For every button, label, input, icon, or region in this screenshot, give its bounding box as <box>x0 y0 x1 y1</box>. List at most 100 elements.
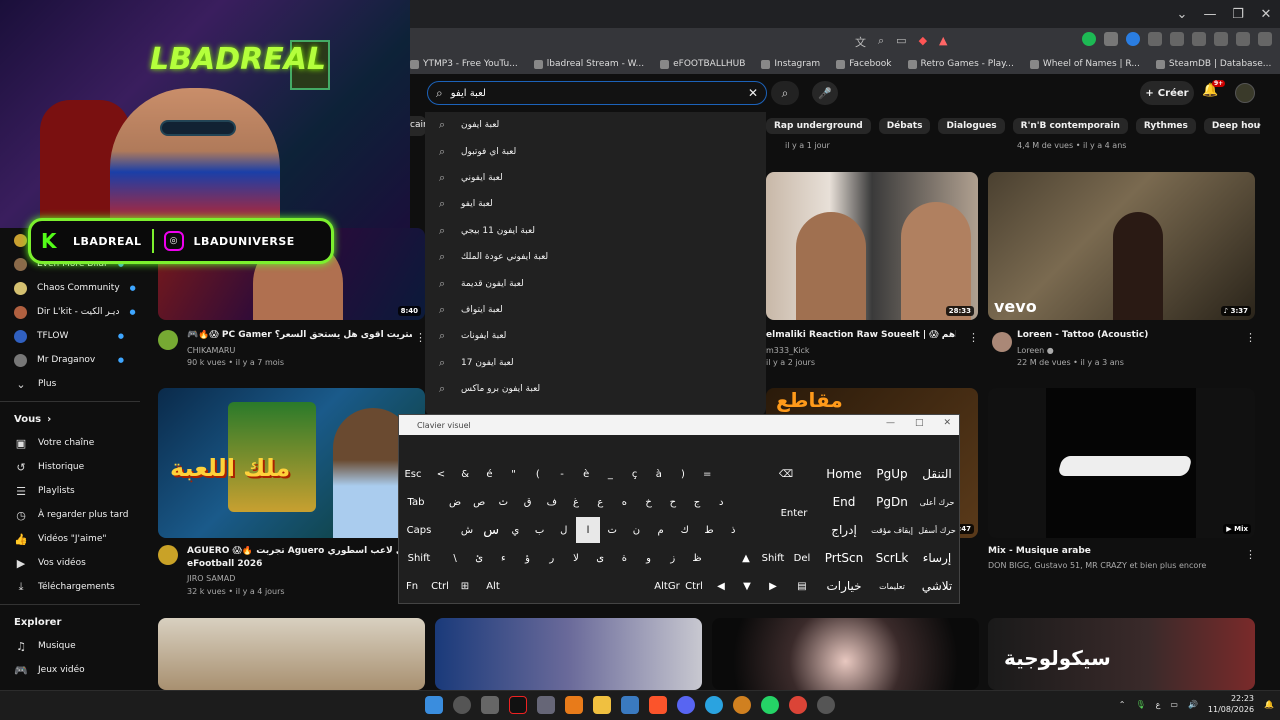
sidebar-item[interactable]: 👍 Vidéos "J'aime" <box>0 527 140 551</box>
tiktok-icon[interactable] <box>509 696 527 714</box>
extension-shield-icon[interactable] <box>1104 32 1118 46</box>
nav-key[interactable]: إيقاف مؤقت <box>871 517 913 543</box>
more-vert-icon[interactable]: ⋮ <box>1245 548 1256 561</box>
chip[interactable]: R'n'B contemporain <box>1012 118 1128 134</box>
windows-start-icon[interactable] <box>425 696 443 714</box>
extensions-puzzle-icon[interactable] <box>1148 32 1162 46</box>
nav-key[interactable]: إدراج <box>823 517 865 543</box>
search-input[interactable]: لعبة ايفو <box>451 88 740 99</box>
arrow-left-icon[interactable]: ◀ <box>709 573 733 599</box>
nav-key[interactable]: ScrLk <box>871 545 913 571</box>
chip[interactable]: Débats <box>878 118 931 134</box>
backspace-key[interactable]: ⌫ <box>771 461 801 487</box>
video-title[interactable]: AGUERO 😱🔥 تجربت Aguero المجاني لاعب اسطو… <box>187 546 412 556</box>
chip[interactable]: Deep house <box>1203 118 1260 134</box>
keyboard-key[interactable]: و <box>637 545 661 571</box>
bookmark-item[interactable]: lbadreal Stream - W... <box>533 59 644 69</box>
suggestion-item[interactable]: ⌕ لعبة ايفون 11 بيجي <box>425 218 766 244</box>
channel-name[interactable]: Loreen ● <box>1017 346 1054 355</box>
leo-ai-icon[interactable] <box>1214 32 1228 46</box>
cast-icon[interactable]: ▭ <box>896 34 906 50</box>
keyboard-key[interactable]: Caps <box>401 517 437 543</box>
suggestion-item[interactable]: ⌕ لعبة ايفون قديمة <box>425 270 766 296</box>
keyboard-key[interactable]: Shift <box>401 545 437 571</box>
arrow-right-icon[interactable]: ▶ <box>761 573 785 599</box>
keyboard-key[interactable]: ( <box>526 461 550 487</box>
keyboard-key[interactable]: ض <box>443 489 467 515</box>
nav-key[interactable]: حرك أسفل <box>915 517 959 543</box>
minimize-icon[interactable]: — <box>1196 0 1224 28</box>
channel-avatar[interactable] <box>158 545 178 565</box>
create-button[interactable]: + Créer <box>1140 81 1194 105</box>
keyboard-key[interactable]: د <box>709 489 733 515</box>
restore-icon[interactable]: ❐ <box>1224 0 1252 28</box>
more-vert-icon[interactable]: ⋮ <box>968 331 979 344</box>
video-channels[interactable]: DON BIGG, Gustavo 51, MR CRAZY et bien p… <box>988 561 1248 570</box>
keyboard-key[interactable]: à <box>647 461 671 487</box>
keyboard-key[interactable]: - <box>550 461 574 487</box>
brave-icon[interactable] <box>649 696 667 714</box>
enter-key[interactable]: Enter <box>773 493 815 533</box>
keyboard-key[interactable]: ق <box>516 489 540 515</box>
suggestion-item[interactable]: ⌕ لعبة ايفون 17 <box>425 350 766 376</box>
close-icon[interactable]: ✕ <box>1252 0 1280 28</box>
keyboard-key[interactable]: ش <box>455 517 479 543</box>
sidebar-item[interactable]: ♫ Musique <box>0 634 140 658</box>
subscription-item[interactable]: Dir L'kit - ديـر الكيت ● <box>0 300 140 324</box>
nav-key[interactable]: PrtScn <box>823 545 865 571</box>
suggestion-item[interactable]: ⌕ لعبة ايتواف <box>425 297 766 323</box>
brave-shield-icon[interactable]: ◆ <box>919 34 927 50</box>
keyboard-key[interactable]: م <box>649 517 673 543</box>
keyboard-key[interactable]: ى <box>588 545 612 571</box>
search-box[interactable]: ⌕ لعبة ايفو ✕ <box>427 81 767 105</box>
minimize-icon[interactable]: — <box>886 418 895 428</box>
nav-key[interactable]: PgDn <box>871 489 913 515</box>
keyboard-key[interactable]: ن <box>624 517 648 543</box>
keyboard-key[interactable]: ه <box>612 489 636 515</box>
video-title[interactable]: elmaliki Reaction Raw Soueelt | 😱 بطلي ب… <box>766 330 956 340</box>
search-icon[interactable] <box>453 696 471 714</box>
windows-key-icon[interactable]: ⊞ <box>455 573 475 599</box>
rewards-icon[interactable]: ▲ <box>939 34 947 50</box>
suggestion-item[interactable]: ⌕ لعبة ايفون برو ماكس <box>425 376 766 402</box>
tray-up-icon[interactable]: ⌃ <box>1119 700 1126 709</box>
sidebar-item[interactable]: ↺ Historique <box>0 455 140 479</box>
wallet-icon[interactable] <box>1192 32 1206 46</box>
clock[interactable]: 22:23 11/08/2026 <box>1208 693 1254 715</box>
keyboard-key[interactable]: è <box>574 461 598 487</box>
app-icon[interactable] <box>621 696 639 714</box>
nav-key[interactable]: التنقل <box>915 461 959 487</box>
keyboard-key[interactable]: ) <box>671 461 695 487</box>
nav-key[interactable]: تعليمات <box>871 573 913 599</box>
video-thumbnail[interactable] <box>435 618 702 690</box>
chip[interactable]: Rythmes <box>1135 118 1196 134</box>
spacebar-key[interactable] <box>511 573 651 599</box>
task-view-icon[interactable] <box>481 696 499 714</box>
keyboard-key[interactable]: ء <box>491 545 515 571</box>
bookmark-item[interactable]: Facebook <box>836 59 892 69</box>
account-avatar[interactable] <box>1235 83 1255 103</box>
keyboard-key[interactable]: خ <box>637 489 661 515</box>
sidebar-item[interactable]: ▣ Votre chaîne <box>0 431 140 455</box>
subscription-item[interactable]: Mr Draganov ● <box>0 348 140 372</box>
suggestion-item[interactable]: ⌕ لعبة اي فوتبول <box>425 138 766 164</box>
suggestion-item[interactable]: ⌕ لعبة ايفون <box>425 112 766 138</box>
keyboard-key[interactable]: Tab <box>401 489 431 515</box>
sidebar-more[interactable]: ⌄ Plus <box>0 372 140 396</box>
keyboard-key[interactable]: ؤ <box>516 545 540 571</box>
keyboard-key[interactable]: Fn <box>401 573 423 599</box>
keyboard-key[interactable]: _ <box>598 461 622 487</box>
language-indicator[interactable]: ع <box>1156 700 1161 709</box>
voice-search-button[interactable]: 🎤 <box>812 81 838 105</box>
clear-search-icon[interactable]: ✕ <box>748 86 758 100</box>
channel-avatar[interactable] <box>158 330 178 350</box>
bookmark-item[interactable]: Instagram <box>761 59 820 69</box>
tab-list-icon[interactable]: ⌄ <box>1168 0 1196 28</box>
nav-key[interactable]: خيارات <box>823 573 865 599</box>
video-title[interactable]: Loreen - Tattoo (Acoustic) <box>1017 330 1237 340</box>
keyboard-key[interactable]: غ <box>564 489 588 515</box>
keyboard-key[interactable]: ت <box>600 517 624 543</box>
chrome-icon[interactable] <box>789 696 807 714</box>
keyboard-key[interactable]: Esc <box>401 461 425 487</box>
keyboard-key[interactable]: AltGr <box>654 573 679 599</box>
